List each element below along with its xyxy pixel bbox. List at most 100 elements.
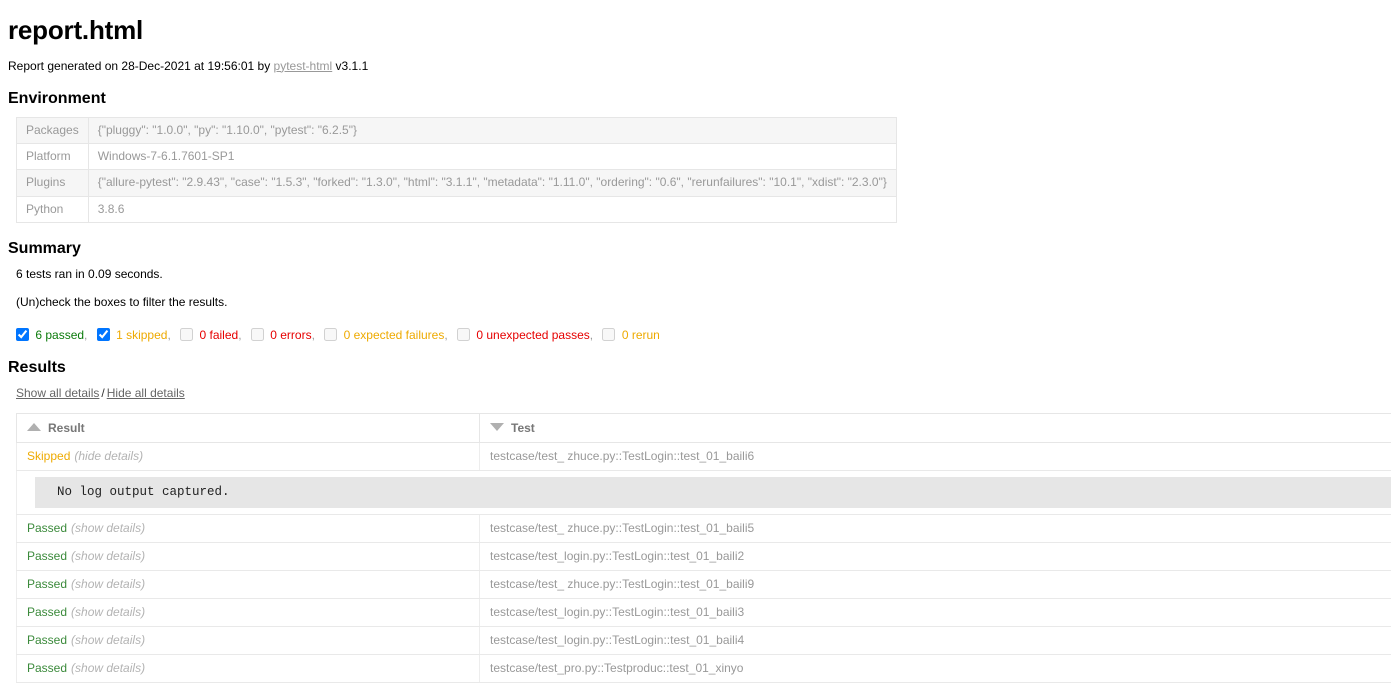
filter-skipped[interactable]: 1 skipped, — [96, 327, 171, 342]
result-cell: Passed (show details) — [16, 514, 480, 543]
test-name-cell: testcase/test_login.py::TestLogin::test_… — [479, 542, 1391, 571]
result-cell: Passed (show details) — [16, 570, 480, 599]
filter-hint: (Un)check the boxes to filter the result… — [16, 295, 228, 310]
filter-separator: , — [311, 327, 315, 342]
filter-separator: , — [589, 327, 594, 342]
filter-separator: , — [238, 327, 242, 342]
details-toggle-links: Show all details / Hide all details — [16, 386, 1391, 400]
column-header-test[interactable]: Test — [479, 412, 1391, 443]
environment-value: {"pluggy": "1.0.0", "py": "1.10.0", "pyt… — [87, 116, 897, 144]
toggle-details-link[interactable]: (show details) — [71, 605, 145, 619]
environment-key: Platform — [16, 142, 89, 171]
table-row: Passed (show details) testcase/test_ zhuc… — [16, 514, 1391, 543]
details-link-separator: / — [101, 385, 105, 400]
filter-label-xpassed: 0 unexpected passes — [476, 327, 590, 342]
column-header-result[interactable]: Result — [16, 412, 480, 443]
environment-key: Plugins — [16, 169, 89, 197]
table-row: Passed (show details) testcase/test_login… — [16, 626, 1391, 655]
result-status: Passed — [27, 576, 68, 591]
hide-all-details-link[interactable]: Hide all details — [107, 386, 185, 400]
filter-separator: , — [167, 327, 171, 342]
toggle-details-link[interactable]: (hide details) — [74, 449, 143, 463]
table-row: Platform Windows-7-6.1.7601-SP1 — [16, 142, 897, 171]
table-row: Plugins {"allure-pytest": "2.9.43", "cas… — [16, 169, 897, 197]
environment-value: Windows-7-6.1.7601-SP1 — [87, 142, 897, 171]
result-cell: Passed (show details) — [16, 654, 480, 683]
table-row: Passed (show details) testcase/test_pro.p… — [16, 654, 1391, 683]
report-page: report.html Report generated on 28-Dec-2… — [0, 0, 1391, 683]
table-row: Passed (show details) testcase/test_login… — [16, 542, 1391, 571]
result-status: Passed — [27, 632, 68, 647]
result-status: Passed — [27, 604, 68, 619]
column-header-test-label: Test — [511, 420, 535, 435]
filter-checkbox-error[interactable] — [250, 327, 264, 341]
sort-ascending-icon — [27, 422, 41, 431]
filter-checkbox-xpassed[interactable] — [457, 327, 471, 341]
generated-by-text: by — [254, 58, 274, 73]
filter-checkbox-passed[interactable] — [16, 327, 29, 341]
results-table-head: Result Test — [16, 412, 1391, 443]
filter-separator: , — [444, 327, 448, 342]
results-table: Result Test Skipped (hide details) testca… — [16, 412, 1391, 683]
filter-error[interactable]: 0 errors, — [250, 327, 315, 342]
table-row: Skipped (hide details) testcase/test_ zhu… — [16, 442, 1391, 471]
filter-passed[interactable]: 6 passed, — [16, 327, 88, 342]
filter-label-skipped: 1 skipped — [116, 327, 168, 342]
filter-rerun[interactable]: 0 rerun — [602, 327, 660, 342]
environment-key: Python — [16, 195, 89, 224]
table-row: Python 3.8.6 — [16, 195, 897, 224]
log-row: No log output captured. — [16, 470, 1391, 515]
test-name-cell: testcase/test_login.py::TestLogin::test_… — [479, 598, 1391, 627]
table-row: Passed (show details) testcase/test_login… — [16, 598, 1391, 627]
log-output: No log output captured. — [35, 476, 1391, 508]
summary-heading: Summary — [8, 240, 81, 258]
result-status: Passed — [27, 660, 68, 675]
toggle-details-link[interactable]: (show details) — [71, 577, 145, 591]
filter-label-xfailed: 0 expected failures — [343, 327, 445, 342]
result-status: Skipped — [27, 448, 71, 463]
page-title: report.html — [8, 15, 144, 45]
filter-checkbox-rerun[interactable] — [602, 327, 616, 341]
toggle-details-link[interactable]: (show details) — [71, 549, 145, 563]
filter-separator: , — [84, 327, 88, 342]
log-cell: No log output captured. — [16, 470, 1391, 515]
toggle-details-link[interactable]: (show details) — [71, 521, 145, 535]
test-name-cell: testcase/test_ zhuce.py::TestLogin::test… — [479, 570, 1391, 599]
toggle-details-link[interactable]: (show details) — [71, 633, 145, 647]
filter-label-failed: 0 failed — [199, 327, 239, 342]
result-cell: Skipped (hide details) — [16, 442, 480, 471]
result-status: Passed — [27, 548, 68, 563]
generated-prefix: Report generated on — [8, 58, 122, 73]
sort-descending-icon — [490, 422, 504, 431]
environment-value: {"allure-pytest": "2.9.43", "case": "1.5… — [87, 169, 897, 197]
tool-version: v3.1.1 — [332, 58, 369, 73]
environment-table-body: Packages {"pluggy": "1.0.0", "py": "1.10… — [16, 116, 897, 224]
table-row: Passed (show details) testcase/test_ zhuc… — [16, 570, 1391, 599]
filter-checkbox-xfailed[interactable] — [324, 327, 338, 341]
table-row: Packages {"pluggy": "1.0.0", "py": "1.10… — [16, 116, 897, 144]
results-table-body: Skipped (hide details) testcase/test_ zhu… — [16, 442, 1391, 683]
environment-value: 3.8.6 — [87, 195, 897, 224]
filter-xpassed[interactable]: 0 unexpected passes, — [457, 327, 594, 342]
show-all-details-link[interactable]: Show all details — [16, 386, 99, 400]
filter-label-rerun: 0 rerun — [621, 327, 660, 342]
pytest-html-link[interactable]: pytest-html — [274, 59, 333, 73]
test-name-cell: testcase/test_ zhuce.py::TestLogin::test… — [479, 442, 1391, 471]
filter-label-error: 0 errors — [270, 327, 312, 342]
toggle-details-link[interactable]: (show details) — [71, 661, 145, 675]
filter-checkbox-failed[interactable] — [180, 327, 194, 341]
environment-heading: Environment — [8, 89, 106, 107]
test-name-cell: testcase/test_ zhuce.py::TestLogin::test… — [479, 514, 1391, 543]
results-header-row: Result Test — [16, 412, 1391, 443]
result-status: Passed — [27, 520, 68, 535]
result-cell: Passed (show details) — [16, 542, 480, 571]
environment-table: Packages {"pluggy": "1.0.0", "py": "1.10… — [16, 116, 897, 224]
generated-line: Report generated on 28-Dec-2021 at 19:56… — [8, 59, 1391, 73]
filter-xfailed[interactable]: 0 expected failures, — [324, 327, 448, 342]
results-heading: Results — [8, 358, 66, 376]
filter-label-passed: 6 passed — [35, 327, 85, 342]
test-run-summary: 6 tests ran in 0.09 seconds. — [16, 266, 163, 281]
result-filters: 6 passed, 1 skipped, 0 failed, 0 errors,… — [16, 327, 1391, 342]
filter-failed[interactable]: 0 failed, — [180, 327, 242, 342]
filter-checkbox-skipped[interactable] — [96, 327, 110, 341]
